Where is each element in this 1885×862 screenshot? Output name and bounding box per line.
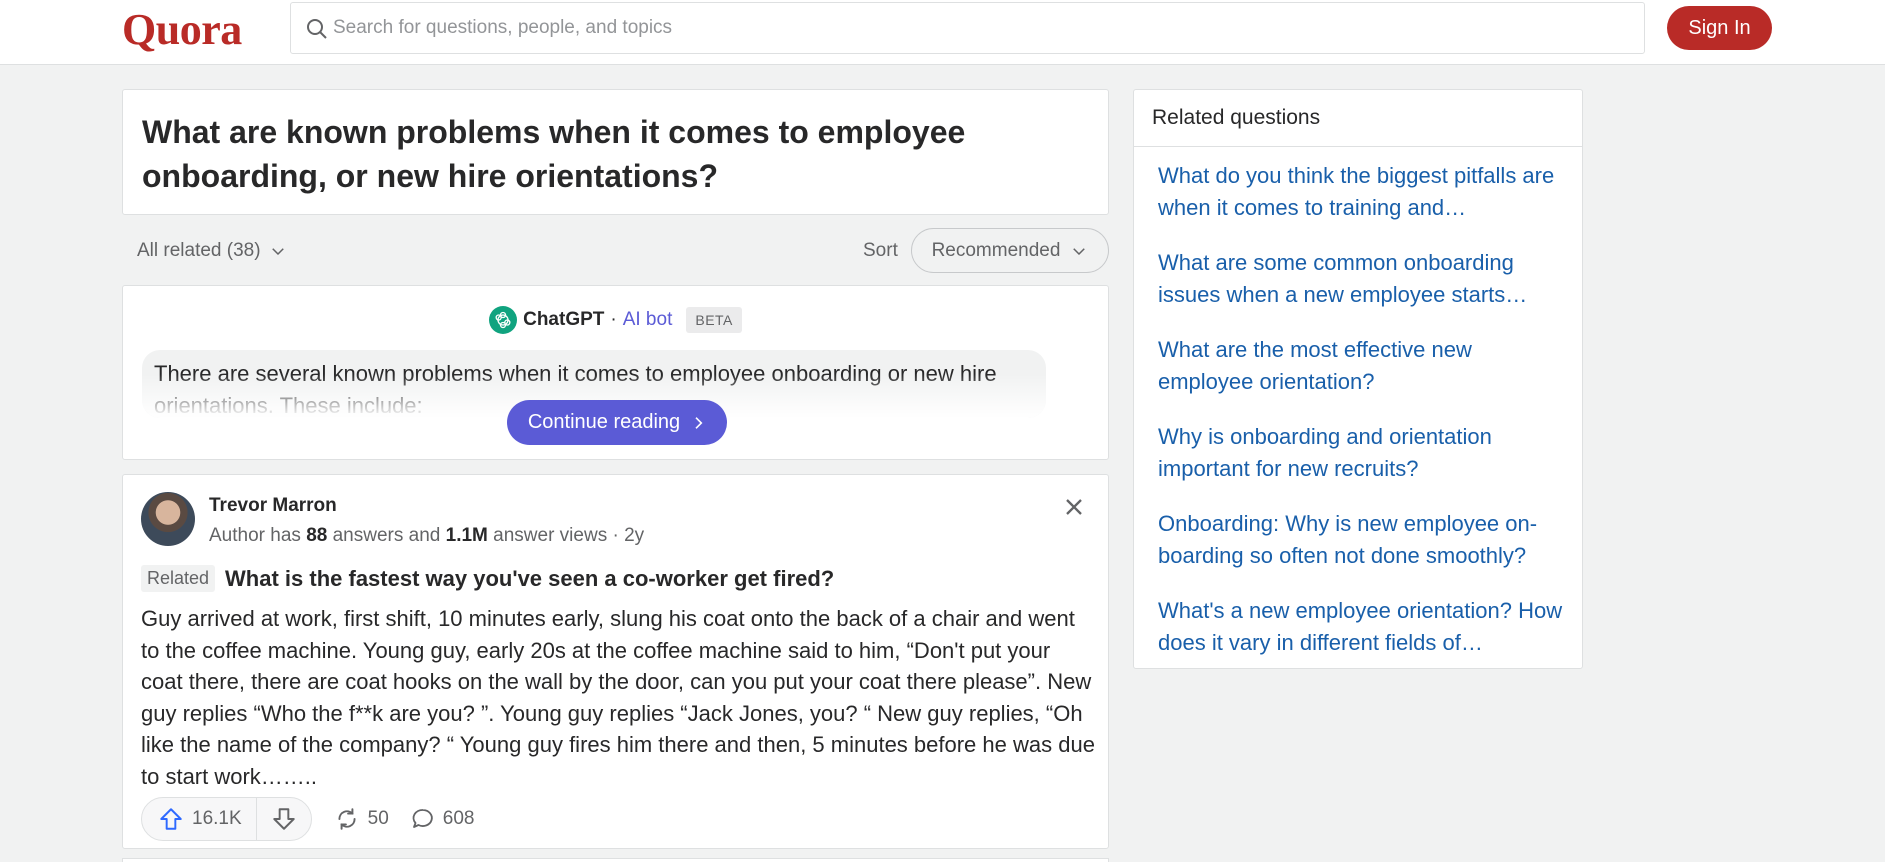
ai-bot-label[interactable]: AI bot bbox=[623, 309, 673, 331]
related-questions-panel: Related questions What do you think the … bbox=[1133, 89, 1583, 669]
ai-answer-card: ChatGPT · AI bot BETA There are several … bbox=[122, 285, 1109, 460]
downvote-arrow-icon bbox=[272, 808, 295, 830]
next-answer-card bbox=[122, 858, 1109, 862]
answer-body[interactable]: Guy arrived at work, first shift, 10 min… bbox=[141, 603, 1096, 792]
ai-bot-name[interactable]: ChatGPT bbox=[523, 309, 604, 331]
related-question-item[interactable]: Why is onboarding and orientation import… bbox=[1158, 421, 1568, 485]
downvote-button[interactable] bbox=[257, 798, 311, 840]
views-count: 1.1M bbox=[445, 525, 488, 546]
upvote-arrow-icon bbox=[160, 808, 182, 830]
sort-dropdown[interactable]: Recommended bbox=[911, 228, 1109, 273]
beta-badge: BETA bbox=[686, 307, 742, 333]
related-question-link[interactable]: What is the fastest way you've seen a co… bbox=[225, 566, 834, 592]
sign-in-button[interactable]: Sign In bbox=[1667, 6, 1772, 50]
upvote-button[interactable]: 16.1K bbox=[142, 798, 257, 840]
answers-count: 88 bbox=[306, 525, 328, 546]
related-question-item[interactable]: What's a new employee orientation? How d… bbox=[1158, 595, 1568, 659]
author-name[interactable]: Trevor Marron bbox=[209, 495, 337, 517]
all-related-dropdown[interactable]: All related (38) bbox=[137, 240, 287, 262]
comment-button[interactable]: 608 bbox=[411, 807, 475, 831]
ai-answer-header: ChatGPT · AI bot BETA bbox=[123, 306, 1108, 334]
quora-logo[interactable]: Quora bbox=[122, 4, 242, 55]
related-question-item[interactable]: What are the most effective new employee… bbox=[1158, 334, 1568, 398]
related-questions-title: Related questions bbox=[1152, 106, 1321, 129]
related-question-row: Related What is the fastest way you've s… bbox=[141, 565, 834, 592]
close-icon[interactable] bbox=[1060, 493, 1088, 521]
cred-prefix: Author has bbox=[209, 525, 301, 546]
related-question-item[interactable]: What do you think the biggest pitfalls a… bbox=[1158, 160, 1568, 224]
author-credentials: Author has 88 answers and 1.1M answer vi… bbox=[209, 525, 644, 547]
share-count: 50 bbox=[367, 808, 389, 829]
chevron-down-icon bbox=[1073, 247, 1086, 255]
comment-count: 608 bbox=[442, 808, 475, 829]
share-icon bbox=[338, 808, 356, 830]
question-card: What are known problems when it comes to… bbox=[122, 89, 1109, 215]
chevron-right-icon bbox=[695, 416, 703, 429]
search-bar[interactable] bbox=[290, 2, 1645, 54]
related-question-item[interactable]: Onboarding: Why is new employee on-board… bbox=[1158, 508, 1568, 572]
chevron-down-icon bbox=[271, 248, 284, 256]
share-button[interactable]: 50 bbox=[334, 806, 389, 832]
answer-card: Trevor Marron Author has 88 answers and … bbox=[122, 474, 1109, 849]
question-title: What are known problems when it comes to… bbox=[142, 114, 966, 194]
cred-mid: answers and bbox=[332, 525, 441, 546]
upvote-count: 16.1K bbox=[192, 808, 242, 829]
header-separator: · bbox=[610, 309, 617, 330]
answer-filter-bar: All related (38) Sort Recommended bbox=[122, 228, 1109, 274]
related-question-item[interactable]: What are some common onboarding issues w… bbox=[1158, 247, 1568, 311]
chatgpt-logo-icon bbox=[489, 306, 518, 334]
continue-reading-button[interactable]: Continue reading bbox=[507, 400, 727, 445]
answer-actions: 16.1K 50 608 bbox=[141, 797, 475, 841]
continue-reading-label: Continue reading bbox=[527, 411, 681, 433]
vote-group: 16.1K bbox=[141, 797, 312, 841]
sort-value: Recommended bbox=[931, 239, 1061, 261]
divider bbox=[1134, 146, 1582, 147]
author-avatar[interactable] bbox=[141, 492, 195, 546]
search-input[interactable] bbox=[333, 3, 1623, 53]
sort-label: Sort bbox=[863, 240, 898, 261]
all-related-label: All related (38) bbox=[137, 240, 261, 261]
top-navigation-bar: Quora Sign In bbox=[0, 0, 1885, 65]
related-tag: Related bbox=[141, 565, 216, 592]
search-icon bbox=[307, 19, 327, 39]
comment-icon bbox=[412, 809, 433, 828]
cred-suffix: answer views · 2y bbox=[493, 525, 645, 546]
